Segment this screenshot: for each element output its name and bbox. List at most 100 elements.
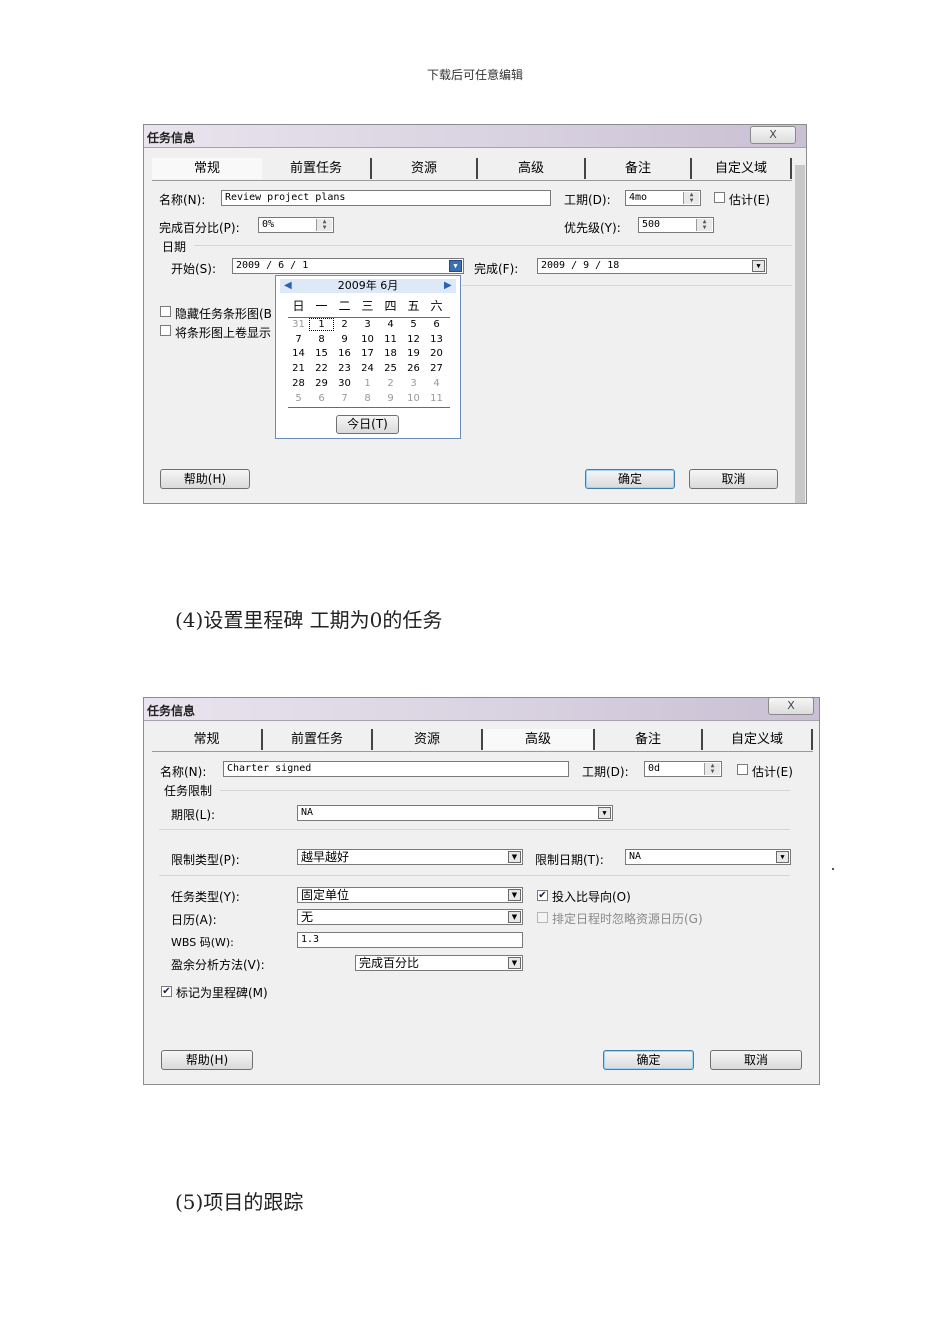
name-input[interactable]: Review project plans xyxy=(221,190,551,206)
chevron-down-icon[interactable]: ▼ xyxy=(776,851,789,863)
calendar-day[interactable]: 8 xyxy=(356,393,379,404)
calendar-day[interactable]: 12 xyxy=(402,334,425,345)
today-button[interactable]: 今日(T) xyxy=(336,415,399,434)
tab-general[interactable]: 常规 xyxy=(152,158,262,179)
chevron-down-icon[interactable]: ▼ xyxy=(508,851,521,863)
calendar-day[interactable]: 17 xyxy=(356,348,379,359)
next-month-icon[interactable]: ▶ xyxy=(444,279,452,293)
calendar-day[interactable]: 20 xyxy=(425,348,448,359)
tab-notes[interactable]: 备注 xyxy=(595,729,703,750)
tab-resources[interactable]: 资源 xyxy=(372,158,478,179)
close-button[interactable]: X xyxy=(768,697,814,715)
deadline-combo[interactable]: NA ▼ xyxy=(297,805,613,821)
calendar-day[interactable]: 28 xyxy=(287,378,310,389)
chevron-down-icon[interactable]: ▼ xyxy=(449,260,462,272)
calendar-day[interactable]: 22 xyxy=(310,363,333,374)
close-button[interactable]: X xyxy=(750,126,796,144)
calendar-day[interactable]: 24 xyxy=(356,363,379,374)
calendar-day[interactable]: 14 xyxy=(287,348,310,359)
percent-complete-input[interactable]: 0% ▲ ▼ xyxy=(258,217,334,233)
chevron-down-icon[interactable]: ▼ xyxy=(508,911,521,923)
calendar-day[interactable]: 16 xyxy=(333,348,356,359)
calendar-day[interactable]: 30 xyxy=(333,378,356,389)
tab-predecessors[interactable]: 前置任务 xyxy=(262,158,372,179)
help-button[interactable]: 帮助(H) xyxy=(161,1050,253,1070)
milestone-checkbox[interactable]: ✔ xyxy=(161,986,172,997)
calendar-day[interactable]: 1 xyxy=(356,378,379,389)
percent-spinner[interactable]: ▲ ▼ xyxy=(316,219,332,231)
tab-resources[interactable]: 资源 xyxy=(373,729,483,750)
calendar-day[interactable]: 19 xyxy=(402,348,425,359)
start-date-combo[interactable]: 2009 / 6 / 1 ▼ xyxy=(232,258,464,274)
calendar-day[interactable]: 27 xyxy=(425,363,448,374)
calendar-day[interactable]: 29 xyxy=(310,378,333,389)
ignore-resource-calendar-checkbox[interactable] xyxy=(537,912,548,923)
calendar-day[interactable]: 10 xyxy=(402,393,425,404)
constraint-date-combo[interactable]: NA ▼ xyxy=(625,849,791,865)
tab-notes[interactable]: 备注 xyxy=(586,158,692,179)
calendar-day[interactable]: 10 xyxy=(356,334,379,345)
task-type-combo[interactable]: 固定单位 ▼ xyxy=(297,887,523,903)
chevron-down-icon[interactable]: ▼ xyxy=(508,889,521,901)
tab-general[interactable]: 常规 xyxy=(152,729,263,750)
priority-spinner[interactable]: ▲ ▼ xyxy=(696,219,712,231)
ok-button[interactable]: 确定 xyxy=(585,469,675,489)
hide-bar-checkbox[interactable] xyxy=(160,306,171,317)
chevron-down-icon[interactable]: ▼ xyxy=(508,957,521,969)
finish-date-combo[interactable]: 2009 / 9 / 18 ▼ xyxy=(537,258,767,274)
calendar-day[interactable]: 4 xyxy=(425,378,448,389)
calendar-day[interactable]: 11 xyxy=(425,393,448,404)
tab-custom-fields[interactable]: 自定义域 xyxy=(703,729,813,750)
ok-button[interactable]: 确定 xyxy=(603,1050,694,1070)
calendar-day[interactable]: 4 xyxy=(379,319,402,330)
calendar-day[interactable]: 8 xyxy=(310,334,333,345)
tab-advanced[interactable]: 高级 xyxy=(483,729,595,750)
chevron-down-icon[interactable]: ▼ xyxy=(752,260,765,272)
calendar-day[interactable]: 15 xyxy=(310,348,333,359)
estimated-checkbox[interactable] xyxy=(737,764,748,775)
calendar-day[interactable]: 11 xyxy=(379,334,402,345)
chevron-down-icon[interactable]: ▼ xyxy=(598,807,611,819)
calendar-day[interactable]: 5 xyxy=(402,319,425,330)
rollup-checkbox[interactable] xyxy=(160,325,171,336)
earned-value-combo[interactable]: 完成百分比 ▼ xyxy=(355,955,523,971)
name-input[interactable]: Charter signed xyxy=(223,761,569,777)
calendar-day[interactable]: 25 xyxy=(379,363,402,374)
calendar-day[interactable]: 6 xyxy=(310,393,333,404)
effort-driven-checkbox[interactable]: ✔ xyxy=(537,890,548,901)
duration-spinner[interactable]: ▲ ▼ xyxy=(704,763,720,775)
calendar-day[interactable]: 18 xyxy=(379,348,402,359)
calendar-day-selected[interactable]: 1 xyxy=(309,318,334,331)
cancel-button[interactable]: 取消 xyxy=(710,1050,802,1070)
calendar-day[interactable]: 21 xyxy=(287,363,310,374)
wbs-input[interactable]: 1.3 xyxy=(297,932,523,948)
calendar-day[interactable]: 2 xyxy=(333,319,356,330)
calendar-day[interactable]: 2 xyxy=(379,378,402,389)
calendar-day[interactable]: 13 xyxy=(425,334,448,345)
previous-month-icon[interactable]: ◀ xyxy=(284,279,292,293)
calendar-day[interactable]: 7 xyxy=(287,334,310,345)
priority-input[interactable]: 500 ▲ ▼ xyxy=(638,217,714,233)
calendar-day[interactable]: 31 xyxy=(287,319,310,330)
tab-advanced[interactable]: 高级 xyxy=(478,158,586,179)
calendar-day[interactable]: 7 xyxy=(333,393,356,404)
tab-custom-fields[interactable]: 自定义域 xyxy=(692,158,792,179)
calendar-day[interactable]: 3 xyxy=(356,319,379,330)
calendar-day[interactable]: 9 xyxy=(379,393,402,404)
duration-input[interactable]: 0d ▲ ▼ xyxy=(644,761,722,777)
estimated-checkbox[interactable] xyxy=(714,192,725,203)
duration-spinner[interactable]: ▲ ▼ xyxy=(683,192,699,204)
calendar-day[interactable]: 23 xyxy=(333,363,356,374)
calendar-day[interactable]: 3 xyxy=(402,378,425,389)
calendar-day[interactable]: 5 xyxy=(287,393,310,404)
constraint-type-combo[interactable]: 越早越好 ▼ xyxy=(297,849,523,865)
cancel-button[interactable]: 取消 xyxy=(689,469,778,489)
calendar-day[interactable]: 6 xyxy=(425,319,448,330)
duration-input[interactable]: 4mo ▲ ▼ xyxy=(625,190,701,206)
calendar-combo[interactable]: 无 ▼ xyxy=(297,909,523,925)
calendar-day[interactable]: 9 xyxy=(333,334,356,345)
date-picker-popup[interactable]: 2009年 6月 ◀ ▶ 日一二三四五六 31 1 2 3 4 5 6 7 8 9 10 11 12 13… xyxy=(275,275,461,439)
tab-predecessors[interactable]: 前置任务 xyxy=(263,729,373,750)
help-button[interactable]: 帮助(H) xyxy=(160,469,250,489)
calendar-day[interactable]: 26 xyxy=(402,363,425,374)
